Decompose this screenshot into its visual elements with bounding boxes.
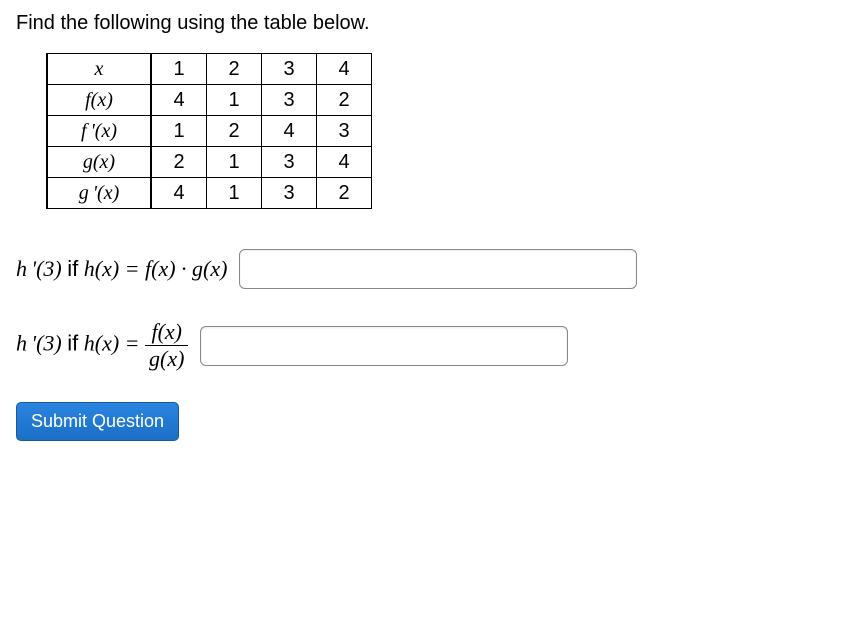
row-header: g(x) — [47, 147, 151, 178]
instruction-text: Find the following using the table below… — [16, 12, 841, 35]
question-1: h '(3) if h(x) = f(x) · g(x) — [16, 249, 841, 289]
table-row: f(x) 4 1 3 2 — [47, 85, 372, 116]
row-header: x — [47, 54, 151, 85]
cell: 4 — [262, 116, 317, 147]
cell: 3 — [262, 178, 317, 209]
cell: 4 — [151, 85, 207, 116]
question-2-expression: h '(3) if h(x) = f(x) g(x) — [16, 319, 188, 372]
answer-input-1[interactable] — [239, 249, 637, 289]
cell: 3 — [262, 85, 317, 116]
cell: 2 — [151, 147, 207, 178]
question-1-expression: h '(3) if h(x) = f(x) · g(x) — [16, 256, 227, 282]
table-row: x 1 2 3 4 — [47, 54, 372, 85]
cell: 2 — [207, 116, 262, 147]
submit-button[interactable]: Submit Question — [16, 402, 179, 441]
table-row: g(x) 2 1 3 4 — [47, 147, 372, 178]
cell: 3 — [317, 116, 372, 147]
cell: 1 — [207, 178, 262, 209]
cell: 4 — [317, 54, 372, 85]
cell: 1 — [151, 116, 207, 147]
row-header: f '(x) — [47, 116, 151, 147]
table-row: g '(x) 4 1 3 2 — [47, 178, 372, 209]
function-table: x 1 2 3 4 f(x) 4 1 3 2 f '(x) 1 2 4 3 g(… — [46, 53, 372, 209]
question-2: h '(3) if h(x) = f(x) g(x) — [16, 319, 841, 372]
row-header: g '(x) — [47, 178, 151, 209]
cell: 1 — [207, 147, 262, 178]
table-row: f '(x) 1 2 4 3 — [47, 116, 372, 147]
cell: 1 — [151, 54, 207, 85]
cell: 4 — [317, 147, 372, 178]
cell: 3 — [262, 54, 317, 85]
cell: 1 — [207, 85, 262, 116]
answer-input-2[interactable] — [200, 326, 568, 366]
cell: 2 — [317, 85, 372, 116]
cell: 4 — [151, 178, 207, 209]
cell: 2 — [317, 178, 372, 209]
cell: 3 — [262, 147, 317, 178]
cell: 2 — [207, 54, 262, 85]
row-header: f(x) — [47, 85, 151, 116]
